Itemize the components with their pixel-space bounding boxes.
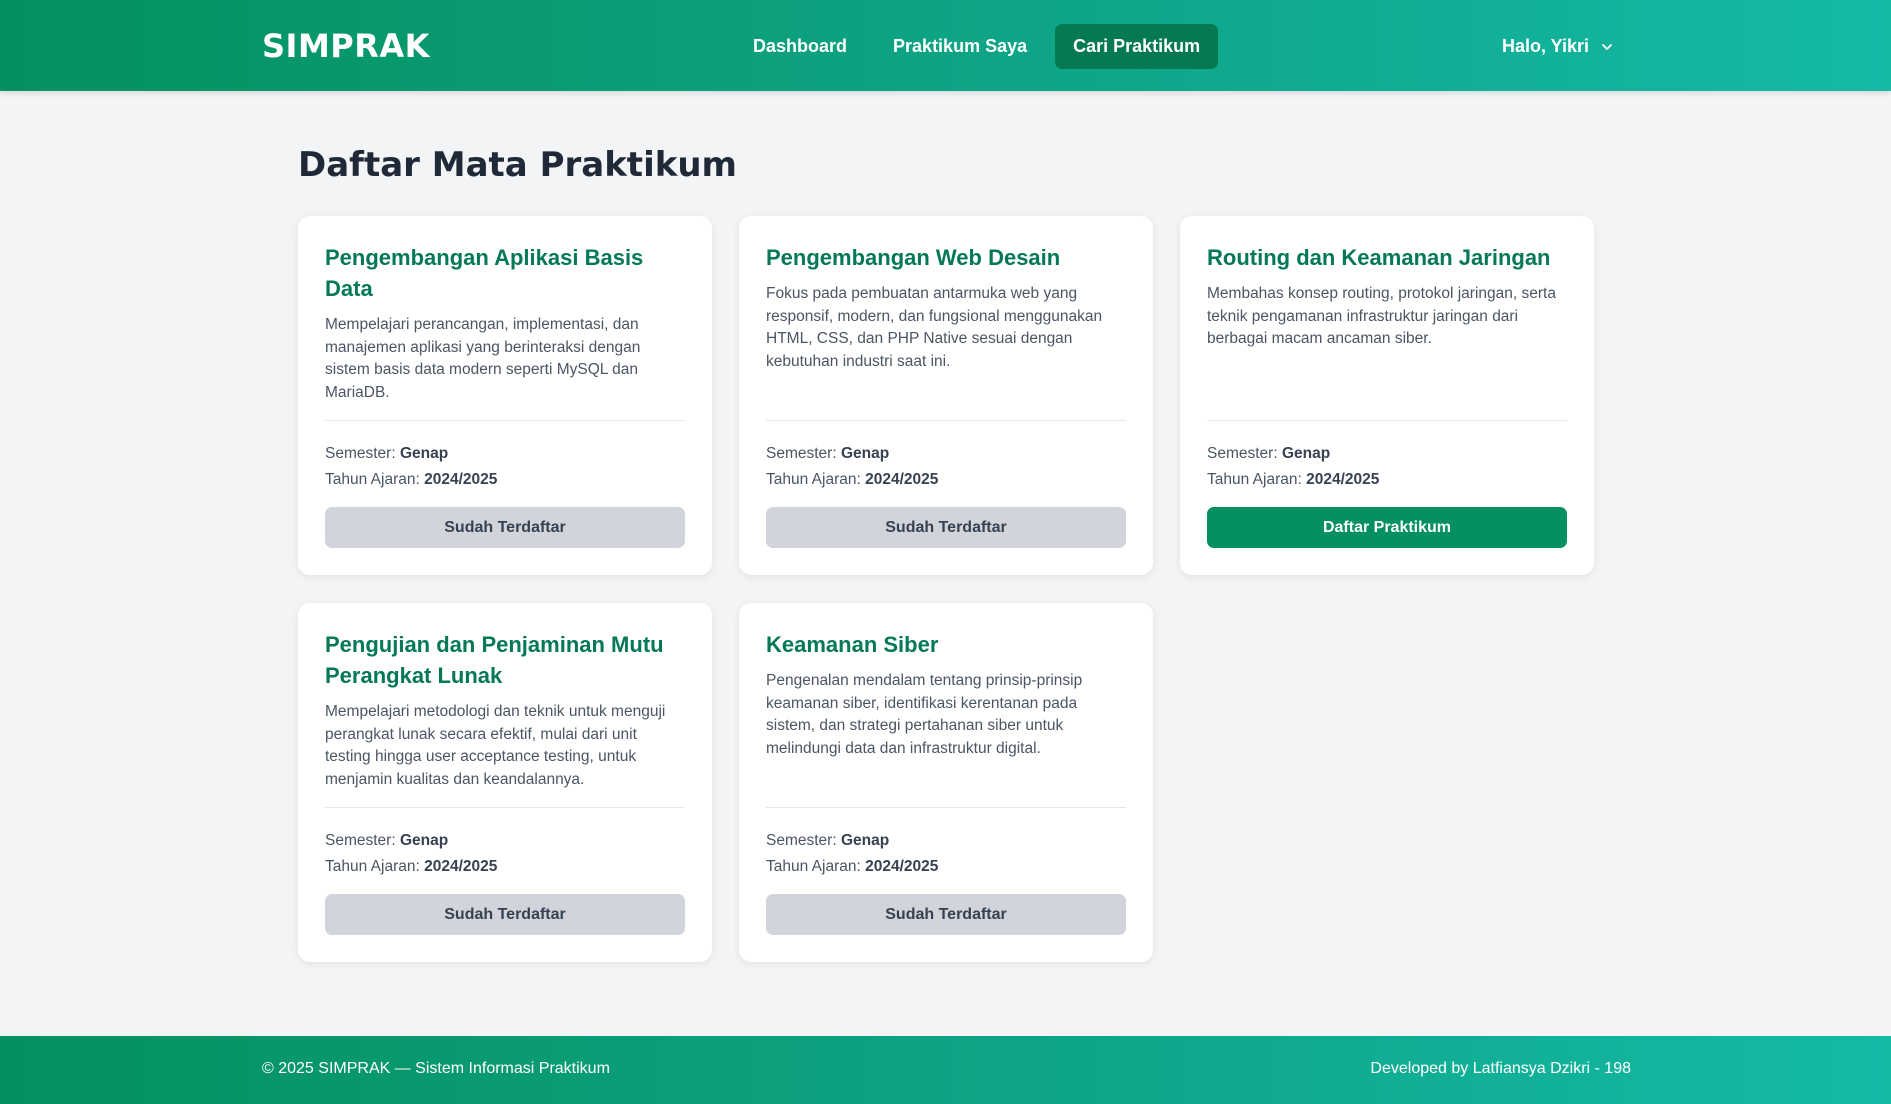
footer-copyright: © 2025 SIMPRAK — Sistem Informasi Prakti…: [262, 1060, 610, 1077]
year-label: Tahun Ajaran:: [1207, 471, 1307, 488]
registered-button[interactable]: Sudah Terdaftar: [325, 507, 685, 548]
semester-label: Semester:: [1207, 445, 1282, 462]
course-grid: Pengembangan Aplikasi Basis Data Mempela…: [298, 216, 1594, 962]
course-title: Pengembangan Web Desain: [766, 245, 1061, 270]
registered-button[interactable]: Sudah Terdaftar: [766, 507, 1126, 548]
divider: [325, 420, 685, 421]
course-card: Pengujian dan Penjaminan Mutu Perangkat …: [298, 603, 712, 962]
year-info: Tahun Ajaran: 2024/2025: [766, 854, 1126, 880]
year-label: Tahun Ajaran:: [325, 471, 425, 488]
card-footer: Semester: Genap Tahun Ajaran: 2024/2025 …: [325, 420, 685, 548]
semester-label: Semester:: [325, 445, 400, 462]
registered-button[interactable]: Sudah Terdaftar: [325, 894, 685, 935]
card-footer: Semester: Genap Tahun Ajaran: 2024/2025 …: [766, 420, 1126, 548]
course-title: Keamanan Siber: [766, 632, 939, 657]
course-description: Fokus pada pembuatan antarmuka web yang …: [766, 285, 1103, 370]
year-value: 2024/2025: [865, 858, 939, 875]
card-footer: Semester: Genap Tahun Ajaran: 2024/2025 …: [766, 807, 1126, 935]
course-description: Mempelajari perancangan, implementasi, d…: [325, 316, 641, 401]
nav-dashboard[interactable]: Dashboard: [735, 24, 865, 69]
semester-info: Semester: Genap: [1207, 441, 1567, 467]
nav-praktikum-saya[interactable]: Praktikum Saya: [875, 24, 1045, 69]
registered-button[interactable]: Sudah Terdaftar: [766, 894, 1126, 935]
user-menu[interactable]: Halo, Yikri: [1502, 24, 1613, 69]
footer-credit: Developed by Latfiansya Dzikri - 198: [1370, 1060, 1631, 1077]
page-title: Daftar Mata Praktikum: [298, 145, 737, 185]
divider: [325, 807, 685, 808]
user-greeting: Halo, Yikri: [1501, 36, 1589, 56]
course-title: Pengujian dan Penjaminan Mutu Perangkat …: [325, 632, 664, 688]
course-description: Mempelajari metodologi dan teknik untuk …: [325, 703, 666, 788]
navbar: SIMPRAK Dashboard Praktikum Saya Cari Pr…: [0, 0, 1891, 91]
semester-value: Genap: [840, 445, 890, 462]
course-card: Pengembangan Aplikasi Basis Data Mempela…: [298, 216, 712, 575]
year-value: 2024/2025: [865, 471, 939, 488]
year-value: 2024/2025: [424, 471, 498, 488]
semester-label: Semester:: [766, 832, 841, 849]
course-title: Pengembangan Aplikasi Basis Data: [325, 245, 644, 301]
year-info: Tahun Ajaran: 2024/2025: [325, 854, 685, 880]
year-label: Tahun Ajaran:: [766, 471, 866, 488]
year-info: Tahun Ajaran: 2024/2025: [766, 467, 1126, 493]
semester-label: Semester:: [766, 445, 841, 462]
semester-info: Semester: Genap: [766, 441, 1126, 467]
course-title: Routing dan Keamanan Jaringan: [1207, 245, 1551, 270]
semester-info: Semester: Genap: [766, 828, 1126, 854]
main-nav: Dashboard Praktikum Saya Cari Praktikum: [735, 24, 1219, 69]
nav-cari-praktikum[interactable]: Cari Praktikum: [1055, 24, 1219, 69]
course-card: Routing dan Keamanan Jaringan Membahas k…: [1180, 216, 1594, 575]
semester-label: Semester:: [325, 832, 400, 849]
course-description: Pengenalan mendalam tentang prinsip-prin…: [766, 672, 1083, 757]
divider: [1207, 420, 1567, 421]
divider: [766, 420, 1126, 421]
divider: [766, 807, 1126, 808]
semester-info: Semester: Genap: [325, 828, 685, 854]
semester-info: Semester: Genap: [325, 441, 685, 467]
semester-value: Genap: [399, 832, 449, 849]
brand-logo[interactable]: SIMPRAK: [262, 27, 430, 65]
year-info: Tahun Ajaran: 2024/2025: [325, 467, 685, 493]
register-button[interactable]: Daftar Praktikum: [1207, 507, 1567, 548]
course-card: Pengembangan Web Desain Fokus pada pembu…: [739, 216, 1153, 575]
year-info: Tahun Ajaran: 2024/2025: [1207, 467, 1567, 493]
footer: © 2025 SIMPRAK — Sistem Informasi Prakti…: [0, 1036, 1891, 1104]
course-description: Membahas konsep routing, protokol jaring…: [1207, 285, 1556, 347]
card-footer: Semester: Genap Tahun Ajaran: 2024/2025 …: [325, 807, 685, 935]
chevron-down-icon: [1602, 43, 1612, 50]
semester-value: Genap: [1281, 445, 1331, 462]
year-label: Tahun Ajaran:: [766, 858, 866, 875]
year-value: 2024/2025: [424, 858, 498, 875]
card-footer: Semester: Genap Tahun Ajaran: 2024/2025 …: [1207, 420, 1567, 548]
year-label: Tahun Ajaran:: [325, 858, 425, 875]
course-card: Keamanan Siber Pengenalan mendalam tenta…: [739, 603, 1153, 962]
semester-value: Genap: [399, 445, 449, 462]
semester-value: Genap: [840, 832, 890, 849]
year-value: 2024/2025: [1306, 471, 1380, 488]
page: SIMPRAK Dashboard Praktikum Saya Cari Pr…: [0, 0, 1891, 1104]
